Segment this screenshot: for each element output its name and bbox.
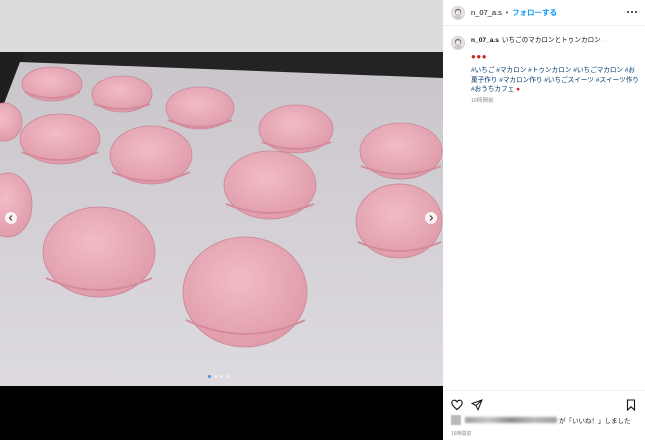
redacted-liker-names (465, 417, 557, 423)
header-username[interactable]: n_07_a.s (471, 8, 502, 17)
carousel-prev-button[interactable] (5, 212, 17, 224)
caption-avatar[interactable] (451, 36, 465, 50)
carousel-dot (214, 375, 217, 378)
follow-button[interactable]: フォローする (512, 7, 557, 18)
carousel-dot (208, 375, 211, 378)
carousel-next-button[interactable] (425, 212, 437, 224)
liker-avatar (451, 415, 461, 425)
caption-hashtags[interactable]: #いちご #マカロン #トゥンカロン #いちごマカロン #お菓子作り #マカロン… (471, 66, 639, 94)
like-button[interactable] (451, 396, 463, 410)
avatar-icon (454, 8, 462, 19)
caption-title: いちごのマカロンとトゥンカロン (501, 37, 601, 44)
chevron-right-icon (429, 215, 434, 221)
strawberry-emoji-row: ●●● (471, 52, 639, 61)
instagram-post-window: n_07_a.s • フォローする n_07_a.s いちごのマカロンとトゥンカ… (0, 0, 645, 440)
carousel-dot (226, 375, 229, 378)
edited-marker: ·◌ (602, 38, 608, 44)
heart-icon (451, 399, 463, 410)
macaron-photo (0, 52, 443, 386)
carousel-dot (220, 375, 223, 378)
share-icon (470, 398, 483, 411)
strawberry-icon: ● (516, 85, 521, 93)
caption-time: 16時間前 (471, 98, 494, 105)
post-actions-bar (443, 390, 645, 412)
more-options-icon[interactable] (627, 7, 637, 17)
caption: n_07_a.s いちごのマカロンとトゥンカロン ·◌ ●●● #いちご #マカロン… (451, 36, 639, 106)
share-button[interactable] (470, 396, 483, 411)
strawberry-icon: ● (481, 52, 488, 62)
avatar-icon (454, 38, 462, 49)
post-photo[interactable] (0, 52, 443, 386)
avatar[interactable] (451, 5, 465, 20)
caption-username[interactable]: n_07_a.s (471, 37, 499, 44)
likes-suffix: が「いいね！」しました (559, 418, 631, 425)
chevron-left-icon (8, 215, 13, 221)
separator-dot: • (504, 8, 510, 17)
post-timestamp: 16時間前 (451, 431, 472, 437)
media-bottom-band (0, 386, 443, 440)
likes-summary[interactable]: が「いいね！」しました (451, 415, 631, 425)
media-top-band (0, 0, 443, 52)
carousel-indicator (208, 375, 229, 378)
bookmark-icon (626, 398, 636, 411)
bookmark-button[interactable] (625, 396, 637, 411)
post-side-panel: n_07_a.s • フォローする n_07_a.s いちごのマカロンとトゥンカ… (443, 0, 645, 440)
post-header: n_07_a.s • フォローする (443, 0, 645, 26)
